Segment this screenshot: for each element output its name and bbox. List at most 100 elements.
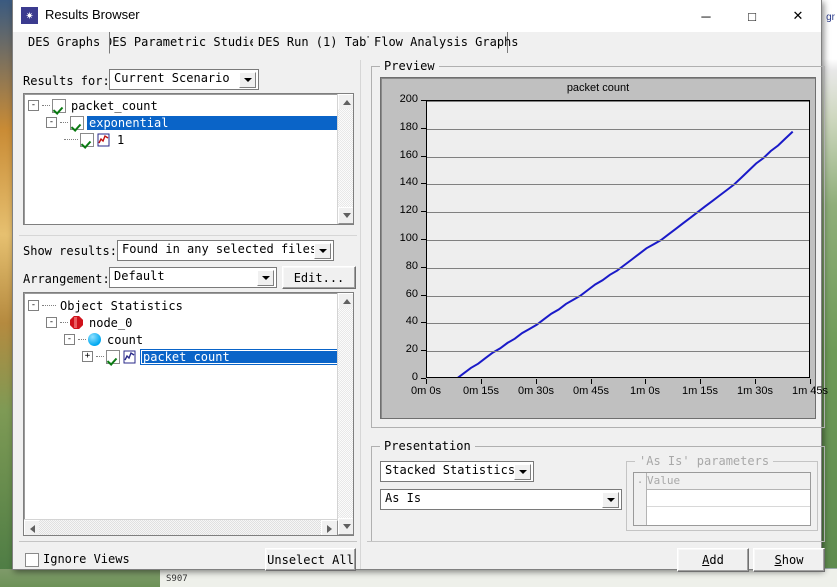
tab-des-graphs[interactable]: DES Graphs xyxy=(23,32,110,54)
arrangement-label: Arrangement: xyxy=(23,272,110,286)
chart-series-line xyxy=(457,130,794,377)
vertical-splitter[interactable] xyxy=(360,60,361,569)
chart-y-tick-label: 60 xyxy=(405,288,418,300)
checkbox-packet-count-stat[interactable] xyxy=(106,349,120,364)
tab-des-parametric-studies[interactable]: DES Parametric Studies xyxy=(100,32,264,53)
table-header-row: . Value xyxy=(634,473,810,490)
results-tree-vertical-scrollbar[interactable] xyxy=(337,94,353,224)
ignore-views-checkbox[interactable] xyxy=(25,553,39,567)
tab-flow-analysis-graphs[interactable]: Flow Analysis Graphs xyxy=(369,32,519,53)
ignore-views-label: Ignore Views xyxy=(43,552,130,566)
chart-y-tick xyxy=(421,239,426,240)
app-star-icon: ✷ xyxy=(21,7,38,24)
object-statistics-tree-panel[interactable]: - Object Statistics - node_0 - count + p… xyxy=(23,292,354,536)
show-button-accel: S xyxy=(774,553,782,567)
chart-y-tick-label: 120 xyxy=(399,204,418,216)
divider xyxy=(19,235,357,236)
tree-connector xyxy=(60,121,68,124)
tab-des-run-1-tables[interactable]: DES Run (1) Tables xyxy=(253,32,388,53)
tree-row-exponential[interactable]: - exponential xyxy=(46,114,341,131)
chart-gridline xyxy=(427,157,809,158)
chart-x-tick xyxy=(591,379,592,384)
results-tree-panel[interactable]: - packet_count - exponential 1 xyxy=(23,93,354,225)
chart-y-tick xyxy=(421,211,426,212)
edit-button[interactable]: Edit... xyxy=(282,266,356,289)
expander-icon[interactable]: + xyxy=(82,351,93,362)
chevron-down-icon[interactable] xyxy=(514,464,531,480)
window-content: Results for: Current Scenario - packet_c… xyxy=(13,54,828,572)
arrangement-select[interactable]: Default xyxy=(109,267,277,288)
tree-label: Object Statistics xyxy=(60,298,183,313)
expander-icon[interactable]: - xyxy=(28,100,39,111)
presentation-group-title: Presentation xyxy=(380,439,475,453)
presentation-group: Presentation Stacked Statistics As Is 'A… xyxy=(371,439,825,542)
scrollbar-track[interactable] xyxy=(338,109,353,209)
chart-y-tick-label: 100 xyxy=(399,232,418,244)
chevron-down-icon[interactable] xyxy=(602,492,619,508)
chevron-down-icon[interactable] xyxy=(257,270,274,286)
chart-gridline xyxy=(427,129,809,130)
checkbox-run-1[interactable] xyxy=(80,132,94,147)
object-tree-horizontal-scrollbar[interactable] xyxy=(24,519,338,535)
chart-gridline xyxy=(427,351,809,352)
object-tree-vertical-scrollbar[interactable] xyxy=(337,293,353,535)
tree-label: count xyxy=(107,332,144,347)
expander-icon[interactable]: - xyxy=(46,317,57,328)
presentation-mode-select[interactable]: Stacked Statistics xyxy=(380,461,534,482)
asis-value: As Is xyxy=(385,491,422,505)
tree-label: packet_count xyxy=(140,348,346,365)
chart-y-tick xyxy=(421,156,426,157)
scroll-down-icon[interactable] xyxy=(338,207,353,224)
chart-x-tick xyxy=(426,379,427,384)
chart-x-tick xyxy=(536,379,537,384)
results-for-label: Results for: xyxy=(23,74,110,88)
chart-x-tick-label: 1m 45s xyxy=(791,385,829,397)
show-results-label: Show results: xyxy=(23,244,117,258)
expander-icon[interactable]: - xyxy=(64,334,75,345)
scrollbar-track[interactable] xyxy=(39,520,323,535)
results-for-select[interactable]: Current Scenario xyxy=(109,69,259,90)
tree-row-packet-count[interactable]: - packet_count xyxy=(28,97,160,114)
show-button-rest: how xyxy=(781,553,804,567)
table-row[interactable] xyxy=(647,507,810,523)
asis-parameters-table[interactable]: . Value xyxy=(633,472,811,526)
tree-row-node-0[interactable]: - node_0 xyxy=(46,314,134,331)
title-bar[interactable]: ✷ Results Browser ─ □ ✕ xyxy=(13,0,821,33)
scroll-down-icon[interactable] xyxy=(338,518,353,535)
add-button[interactable]: Add xyxy=(677,548,749,572)
tree-connector xyxy=(60,321,68,324)
chevron-down-icon[interactable] xyxy=(314,243,331,259)
tree-row-object-statistics[interactable]: - Object Statistics xyxy=(28,297,185,314)
show-button[interactable]: Show xyxy=(753,548,825,572)
close-button[interactable]: ✕ xyxy=(775,0,821,32)
tree-row-run-1[interactable]: 1 xyxy=(64,131,126,148)
asis-select[interactable]: As Is xyxy=(380,489,622,510)
tree-label: packet_count xyxy=(71,98,158,113)
preview-group: Preview packet count 0 20 40 60 80 100 120 140 1… xyxy=(371,59,828,428)
divider xyxy=(367,541,823,542)
expander-icon[interactable]: - xyxy=(28,300,39,311)
chart-x-tick xyxy=(755,379,756,384)
table-header-key: . xyxy=(634,473,647,489)
chevron-down-icon[interactable] xyxy=(239,72,256,88)
background-window-label: S907 xyxy=(166,574,188,584)
chart-x-tick xyxy=(810,379,811,384)
expander-icon[interactable]: - xyxy=(46,117,57,128)
show-results-select[interactable]: Found in any selected files xyxy=(117,240,334,261)
chart-gridline xyxy=(427,240,809,241)
checkbox-packet-count[interactable] xyxy=(52,98,66,113)
chart-y-tick-label: 180 xyxy=(399,121,418,133)
preview-group-title: Preview xyxy=(380,59,439,73)
tree-row-packet-count-stat[interactable]: + packet_count xyxy=(82,348,346,365)
scrollbar-track[interactable] xyxy=(338,308,353,520)
scroll-right-icon[interactable] xyxy=(321,520,338,535)
chart-y-tick-label: 160 xyxy=(399,149,418,161)
tree-row-count[interactable]: - count xyxy=(64,331,145,348)
maximize-button[interactable]: □ xyxy=(729,0,775,32)
preview-chart[interactable]: packet count 0 20 40 60 80 100 120 140 160 180 200… xyxy=(380,77,828,419)
minimize-button[interactable]: ─ xyxy=(683,0,729,32)
checkbox-exponential[interactable] xyxy=(70,115,84,130)
unselect-all-button[interactable]: Unselect All xyxy=(265,548,356,571)
chart-x-tick xyxy=(645,379,646,384)
table-row[interactable] xyxy=(647,490,810,507)
